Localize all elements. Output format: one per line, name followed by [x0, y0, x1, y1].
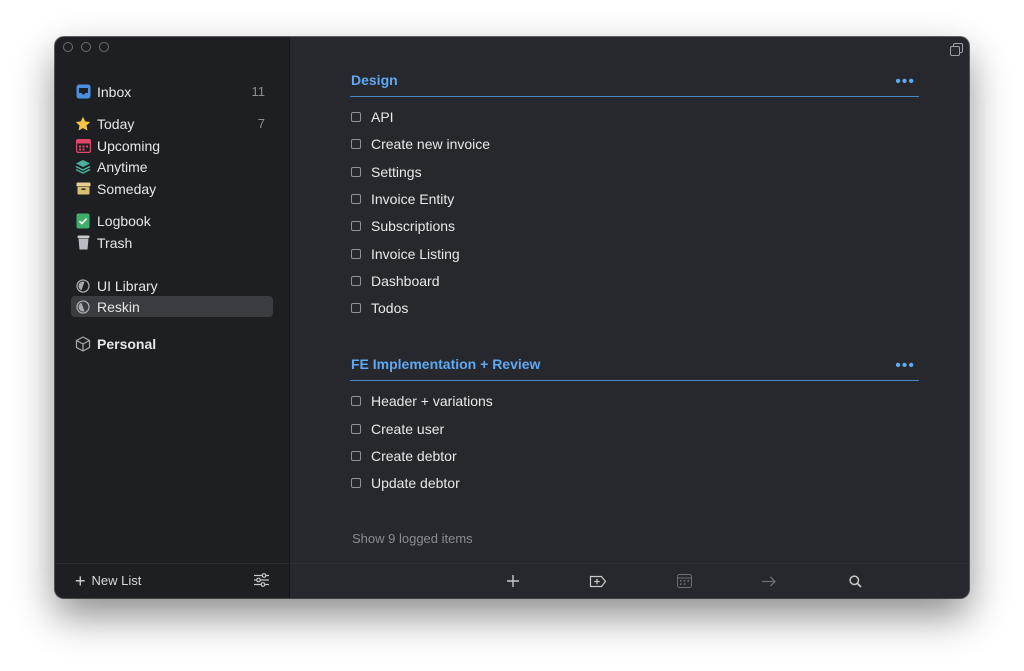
- sidebar-item-label: Inbox: [97, 83, 132, 100]
- todo-label: Invoice Listing: [371, 246, 460, 262]
- todo-item[interactable]: Create debtor: [351, 446, 457, 466]
- section-header-fe-implementation[interactable]: FE Implementation + Review •••: [350, 356, 919, 381]
- sidebar: Inbox 11 Today 7 Upcoming Anytime Someda…: [55, 37, 290, 598]
- app-window: Inbox 11 Today 7 Upcoming Anytime Someda…: [55, 37, 969, 598]
- section-title: FE Implementation + Review: [351, 356, 541, 372]
- todo-item[interactable]: Dashboard: [351, 271, 440, 291]
- section-title: Design: [351, 72, 398, 88]
- plus-icon: [507, 575, 519, 587]
- inbox-icon: [75, 84, 91, 100]
- todo-checkbox[interactable]: [351, 112, 361, 122]
- todo-label: Todos: [371, 300, 409, 316]
- sidebar-item-label: Personal: [97, 335, 157, 352]
- todo-label: Dashboard: [371, 273, 440, 289]
- sidebar-item-someday[interactable]: Someday: [71, 178, 273, 199]
- add-heading-icon: [589, 575, 607, 587]
- sidebar-item-label: Reskin: [97, 298, 140, 315]
- star-icon: [75, 116, 91, 132]
- area-cube-icon: [75, 335, 91, 352]
- zoom-window-button[interactable]: [99, 42, 109, 52]
- todo-checkbox[interactable]: [351, 478, 361, 488]
- todo-label: Invoice Entity: [371, 191, 455, 207]
- todo-label: Subscriptions: [371, 218, 456, 234]
- todo-item[interactable]: Create new invoice: [351, 134, 490, 154]
- todo-checkbox[interactable]: [351, 451, 361, 461]
- todo-label: Create user: [371, 421, 445, 437]
- todo-label: Header + variations: [371, 393, 493, 409]
- settings-sliders-icon[interactable]: [254, 573, 269, 592]
- sidebar-item-label: Upcoming: [97, 137, 161, 154]
- todo-item[interactable]: Subscriptions: [351, 216, 455, 236]
- calendar-icon: [75, 138, 91, 154]
- todo-item[interactable]: Create user: [351, 419, 444, 439]
- sidebar-item-personal[interactable]: Personal: [71, 333, 273, 354]
- minimize-window-button[interactable]: [81, 42, 91, 52]
- sidebar-item-trash[interactable]: Trash: [71, 232, 273, 253]
- todo-checkbox[interactable]: [351, 139, 361, 149]
- search-icon: [848, 574, 862, 588]
- todo-label: Create debtor: [371, 448, 457, 464]
- sidebar-item-label: Trash: [97, 234, 133, 251]
- bottom-toolbar: [290, 563, 969, 598]
- project-pie-icon: [75, 278, 91, 294]
- todo-checkbox[interactable]: [351, 303, 361, 313]
- today-count: 7: [257, 116, 265, 131]
- show-logged-items-link[interactable]: Show 9 logged items: [352, 531, 473, 546]
- todo-item[interactable]: Header + variations: [351, 391, 493, 411]
- sidebar-item-logbook[interactable]: Logbook: [71, 210, 273, 231]
- new-list-button[interactable]: + New List: [75, 570, 142, 591]
- arrow-right-icon: [762, 576, 776, 586]
- todo-item[interactable]: Todos: [351, 298, 408, 318]
- todo-checkbox[interactable]: [351, 221, 361, 231]
- more-options-icon[interactable]: •••: [895, 73, 915, 91]
- sidebar-item-label: Today: [97, 115, 135, 132]
- sidebar-item-label: Anytime: [97, 158, 148, 175]
- todo-label: Update debtor: [371, 475, 460, 491]
- section-header-design[interactable]: Design •••: [350, 72, 919, 97]
- new-heading-button[interactable]: [589, 572, 607, 590]
- close-window-button[interactable]: [63, 42, 73, 52]
- todo-item[interactable]: Update debtor: [351, 473, 460, 493]
- sidebar-item-label: UI Library: [97, 277, 158, 294]
- todo-label: Settings: [371, 164, 422, 180]
- sidebar-item-anytime[interactable]: Anytime: [71, 156, 273, 177]
- sidebar-item-today[interactable]: Today 7: [71, 113, 273, 134]
- window-controls: [63, 42, 109, 52]
- sidebar-item-upcoming[interactable]: Upcoming: [71, 135, 273, 156]
- plus-icon: +: [75, 570, 86, 591]
- logbook-icon: [75, 213, 91, 229]
- sidebar-item-inbox[interactable]: Inbox 11: [71, 81, 273, 102]
- todo-checkbox[interactable]: [351, 249, 361, 259]
- todo-label: Create new invoice: [371, 136, 491, 152]
- sidebar-item-label: Someday: [97, 180, 157, 197]
- sidebar-footer: + New List: [55, 563, 289, 598]
- duplicate-window-icon[interactable]: [950, 43, 963, 61]
- todo-item[interactable]: Settings: [351, 162, 422, 182]
- trash-icon: [75, 235, 91, 251]
- more-options-icon[interactable]: •••: [895, 357, 915, 375]
- todo-checkbox[interactable]: [351, 396, 361, 406]
- when-calendar-button: [675, 572, 693, 590]
- inbox-count: 11: [251, 84, 266, 99]
- project-pie-icon: [75, 299, 91, 315]
- archive-box-icon: [75, 181, 91, 197]
- layers-icon: [75, 159, 91, 175]
- sidebar-item-label: Logbook: [97, 212, 151, 229]
- todo-item[interactable]: API: [351, 107, 394, 127]
- sidebar-item-reskin[interactable]: Reskin: [71, 296, 273, 317]
- move-button: [760, 572, 778, 590]
- main-content: Design ••• API Create new invoice Settin…: [290, 37, 969, 598]
- todo-item[interactable]: Invoice Listing: [351, 244, 460, 264]
- todo-checkbox[interactable]: [351, 194, 361, 204]
- new-todo-button[interactable]: [504, 572, 522, 590]
- todo-checkbox[interactable]: [351, 424, 361, 434]
- calendar-icon: [676, 574, 692, 588]
- todo-checkbox[interactable]: [351, 276, 361, 286]
- quick-find-button[interactable]: [846, 572, 864, 590]
- todo-label: API: [371, 109, 394, 125]
- todo-checkbox[interactable]: [351, 167, 361, 177]
- new-list-label: New List: [91, 573, 142, 588]
- todo-item[interactable]: Invoice Entity: [351, 189, 454, 209]
- sidebar-item-ui-library[interactable]: UI Library: [71, 275, 273, 296]
